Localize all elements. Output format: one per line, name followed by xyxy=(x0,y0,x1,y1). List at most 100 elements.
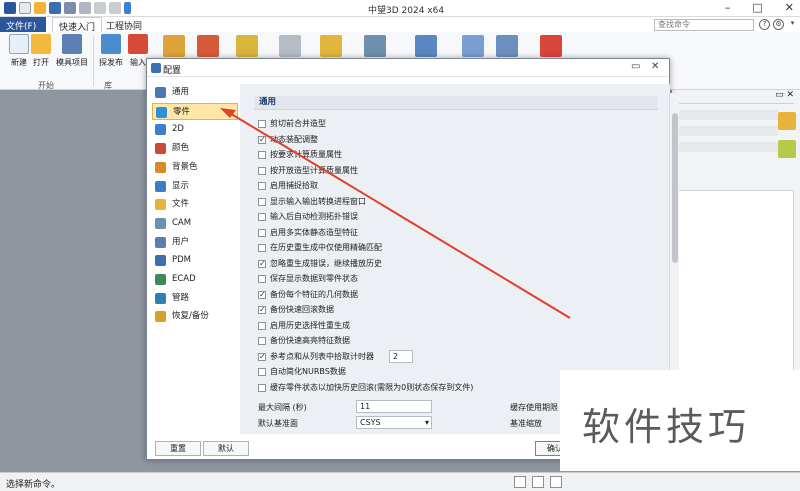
tool-icon-3[interactable] xyxy=(236,35,258,57)
option-row[interactable]: ✓ 备份每个特征的几何数据 xyxy=(258,288,358,302)
option-row[interactable]: 显示输入输出转换进程窗口 xyxy=(258,195,366,209)
close-button[interactable]: ✕ xyxy=(785,1,794,14)
option-row[interactable]: 输入后自动检测拓扑错误 xyxy=(258,210,358,224)
maximize-button[interactable]: □ xyxy=(752,1,762,14)
option-row[interactable]: ✓ 动态装配调整 xyxy=(258,133,318,147)
nav-item-12[interactable]: 恢复/备份 xyxy=(152,308,238,325)
option-row[interactable]: 备份快速高亮特征数据 xyxy=(258,334,350,348)
option-row[interactable]: 启用捕捉拾取 xyxy=(258,179,318,193)
settings-icon[interactable]: ⚙ xyxy=(773,19,784,30)
option-checkbox[interactable] xyxy=(258,228,266,237)
tool-icon-8[interactable] xyxy=(462,35,484,57)
option-checkbox[interactable]: ✓ xyxy=(258,352,266,361)
reset-button[interactable]: 重置 xyxy=(155,441,201,456)
option-row[interactable]: 启用历史选择性重生成 xyxy=(258,319,350,333)
option-checkbox[interactable] xyxy=(258,275,266,283)
option-row[interactable]: ✓ 参考点和从列表中拾取计时器 2 xyxy=(258,349,413,364)
option-row[interactable]: 在历史重生成中仅使用精确匹配 xyxy=(258,241,382,255)
option-row[interactable]: 按开放造型计算质量属性 xyxy=(258,164,358,178)
option-checkbox[interactable]: ✓ xyxy=(258,135,266,144)
option-row[interactable]: ✓ 忽略重生成错误，继续播放历史 xyxy=(258,257,382,271)
max-interval-input[interactable]: 11 xyxy=(356,400,432,413)
dialog-title-bar: 配置 ▭ ✕ xyxy=(147,59,669,77)
tool-icon-5[interactable] xyxy=(320,35,342,57)
run-icon[interactable] xyxy=(124,2,131,14)
default-plane-select[interactable]: CSYS ▾ xyxy=(356,416,432,429)
option-checkbox[interactable] xyxy=(258,197,266,206)
publish-button[interactable]: 探发布 xyxy=(96,34,126,68)
new-file-icon[interactable] xyxy=(19,2,31,14)
option-checkbox[interactable] xyxy=(258,120,266,128)
nav-item-label: 通用 xyxy=(172,87,190,97)
tab-file[interactable]: 文件(F) xyxy=(0,17,46,32)
option-checkbox[interactable] xyxy=(258,337,266,345)
tool-icon-2[interactable] xyxy=(197,35,219,57)
tool-icon-4[interactable] xyxy=(279,35,301,57)
option-label: 动态装配调整 xyxy=(270,134,318,144)
tool-icon-9[interactable] xyxy=(496,35,518,57)
option-checkbox[interactable] xyxy=(258,151,266,159)
dialog-restore-button[interactable]: ▭ xyxy=(631,61,640,72)
piping-icon xyxy=(155,292,166,304)
redo-icon[interactable] xyxy=(109,2,121,14)
status-view-icon-2[interactable] xyxy=(532,476,544,488)
nav-item-0[interactable]: 通用 xyxy=(152,84,238,101)
timer-spinner[interactable]: 2 xyxy=(389,349,413,363)
status-view-icon-3[interactable] xyxy=(550,476,562,488)
nav-item-1[interactable]: 零件 xyxy=(152,102,238,120)
save-icon[interactable] xyxy=(49,2,61,14)
nav-item-4[interactable]: 背景色 xyxy=(152,159,238,176)
nav-item-3[interactable]: 颜色 xyxy=(152,140,238,157)
minimize-button[interactable]: – xyxy=(725,1,731,14)
tool-icon-7[interactable] xyxy=(415,35,437,57)
nav-item-11[interactable]: 管路 xyxy=(152,290,238,307)
option-checkbox[interactable]: ✓ xyxy=(258,259,266,268)
nav-item-7[interactable]: CAM xyxy=(152,215,238,232)
side-folder-icon[interactable] xyxy=(778,112,796,130)
tab-collaboration[interactable]: 工程协同 xyxy=(100,17,148,32)
nav-item-5[interactable]: 显示 xyxy=(152,178,238,195)
option-row[interactable]: 剪切前合并造型 xyxy=(258,117,326,131)
option-row[interactable]: 保存显示数据到零件状态 xyxy=(258,272,358,286)
nav-item-10[interactable]: ECAD xyxy=(152,271,238,288)
command-search-input[interactable]: 查找命令 xyxy=(654,19,754,31)
mold-project-button[interactable]: 模具项目 xyxy=(54,34,90,68)
tool-icon-10[interactable] xyxy=(540,35,562,57)
option-row[interactable]: ✓ 备份快速回滚数据 xyxy=(258,303,334,317)
option-checkbox[interactable] xyxy=(258,383,266,392)
nav-item-9[interactable]: PDM xyxy=(152,252,238,269)
scrollbar-thumb[interactable] xyxy=(672,113,678,263)
option-row[interactable]: 按要求计算质量属性 xyxy=(258,148,342,162)
title-bar: 中望3D 2024 x64 – □ ✕ xyxy=(0,0,800,17)
option-checkbox[interactable] xyxy=(258,213,266,221)
help-icon[interactable]: ? xyxy=(759,19,770,30)
ribbon-dropdown-icon[interactable]: ▾ xyxy=(787,19,798,30)
import-button[interactable]: 输入 xyxy=(128,34,148,68)
open-button[interactable]: 打开 xyxy=(26,34,56,68)
tab-quick-start[interactable]: 快速入门 xyxy=(52,17,103,33)
default-button[interactable]: 默认 xyxy=(203,441,249,456)
tool-icon-1[interactable] xyxy=(163,35,185,57)
option-label: 缓存零件状态以加快历史回滚(需限为0则状态保存到文件) xyxy=(270,382,474,392)
undo-icon[interactable] xyxy=(94,2,106,14)
print-icon[interactable] xyxy=(79,2,91,14)
status-view-icon-1[interactable] xyxy=(514,476,526,488)
option-row[interactable]: 自动简化NURBS数据 xyxy=(258,365,346,379)
save-all-icon[interactable] xyxy=(64,2,76,14)
side-tool-icon[interactable] xyxy=(778,140,796,158)
option-row[interactable]: 缓存零件状态以加快历史回滚(需限为0则状态保存到文件) xyxy=(258,381,473,395)
option-checkbox[interactable] xyxy=(258,166,266,175)
option-checkbox[interactable]: ✓ xyxy=(258,290,266,299)
nav-item-6[interactable]: 文件 xyxy=(152,196,238,213)
open-file-icon[interactable] xyxy=(34,2,46,14)
option-checkbox[interactable]: ✓ xyxy=(258,306,266,314)
nav-item-2[interactable]: 2D xyxy=(152,121,238,138)
option-checkbox[interactable] xyxy=(258,321,266,330)
option-checkbox[interactable] xyxy=(258,182,266,190)
dialog-close-button[interactable]: ✕ xyxy=(651,61,659,72)
nav-item-8[interactable]: 用户 xyxy=(152,234,238,251)
option-checkbox[interactable] xyxy=(258,244,266,252)
tool-icon-6[interactable] xyxy=(364,35,386,57)
option-checkbox[interactable] xyxy=(258,368,266,376)
option-row[interactable]: 启用多实体静态造型特征 xyxy=(258,226,358,240)
